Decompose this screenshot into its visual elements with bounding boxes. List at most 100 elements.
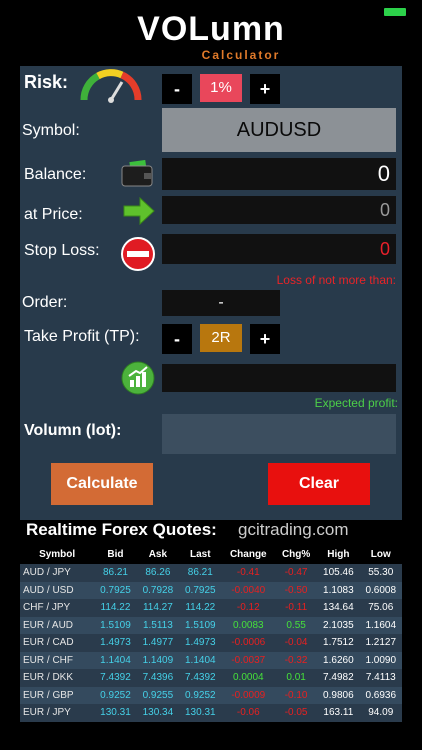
quote-row[interactable]: EUR / DKK 7.4392 7.4396 7.4392 0.0004 0.01 7.4… <box>20 669 402 687</box>
volumn-label: Volumn (lot): <box>24 422 122 439</box>
quote-cell-chg: -0.11 <box>275 599 318 617</box>
stoploss-value: 0 <box>379 239 390 259</box>
quote-cell-chg: -0.04 <box>275 634 318 652</box>
profit-hint: Expected profit: <box>314 396 398 410</box>
quote-cell-last: 1.1404 <box>179 651 222 669</box>
price-label: at Price: <box>24 206 83 223</box>
quotes-header-row: Symbol Bid Ask Last Change Chg% High Low <box>20 544 402 564</box>
quote-row[interactable]: EUR / CHF 1.1404 1.1409 1.1404 -0.0037 -0.32 1… <box>20 651 402 669</box>
quote-cell-change: -0.06 <box>221 704 276 722</box>
loss-hint: Loss of not more than: <box>276 273 396 287</box>
quote-cell-bid: 0.9252 <box>94 686 137 704</box>
wallet-icon <box>121 160 153 187</box>
risk-decrease-button[interactable]: - <box>162 74 192 104</box>
symbol-selector[interactable]: AUDUSD <box>162 108 396 152</box>
quote-cell-change: 0.0083 <box>221 616 276 634</box>
order-label: Order: <box>22 294 68 311</box>
tp-increase-button[interactable]: + <box>250 324 280 354</box>
quote-cell-change: -0.0040 <box>221 581 276 599</box>
quote-row[interactable]: AUD / JPY 86.21 86.26 86.21 -0.41 -0.47 105.46… <box>20 564 402 582</box>
clear-button[interactable]: Clear <box>268 463 370 505</box>
price-value: 0 <box>379 200 390 220</box>
quote-cell-last: 114.22 <box>179 599 222 617</box>
no-entry-icon <box>121 237 155 271</box>
quote-cell-low: 1.0090 <box>359 651 402 669</box>
quote-cell-low: 1.2127 <box>359 634 402 652</box>
quote-cell-change: 0.0004 <box>221 669 276 687</box>
risk-increase-button[interactable]: + <box>250 74 280 104</box>
quote-cell-high: 163.11 <box>317 704 360 722</box>
risk-label: Risk: <box>24 72 69 92</box>
bar-chart-growth-icon <box>121 361 155 395</box>
quote-cell-ask: 1.4977 <box>136 634 180 652</box>
quote-cell-bid: 130.31 <box>94 704 137 722</box>
quote-cell-high: 0.9806 <box>317 686 360 704</box>
quote-cell-ask: 114.27 <box>136 599 180 617</box>
quote-cell-chg: -0.32 <box>275 651 318 669</box>
quote-cell-symbol: EUR / CAD <box>20 634 95 652</box>
quote-cell-last: 86.21 <box>179 564 222 582</box>
quote-cell-high: 1.1083 <box>317 581 360 599</box>
quote-cell-bid: 1.4973 <box>94 634 137 652</box>
quote-cell-symbol: AUD / JPY <box>20 564 95 582</box>
stoploss-label: Stop Loss: <box>24 242 100 259</box>
balance-input[interactable]: 0 <box>162 158 396 190</box>
quote-cell-low: 7.4113 <box>359 669 402 687</box>
col-ask: Ask <box>148 548 168 560</box>
speedometer-gauge-icon <box>80 69 142 103</box>
price-input[interactable]: 0 <box>162 196 396 224</box>
risk-value: 1% <box>200 74 242 102</box>
quotes-table: Symbol Bid Ask Last Change Chg% High Low… <box>20 544 402 722</box>
col-chg-pct: Chg% <box>281 548 311 560</box>
quote-cell-high: 134.64 <box>317 599 360 617</box>
quote-cell-symbol: EUR / AUD <box>20 616 95 634</box>
quote-cell-symbol: EUR / DKK <box>20 669 95 687</box>
quote-cell-last: 1.5109 <box>179 616 222 634</box>
tp-decrease-button[interactable]: - <box>162 324 192 354</box>
quote-row[interactable]: EUR / CAD 1.4973 1.4977 1.4973 -0.0006 -0.04 1… <box>20 634 402 652</box>
quote-cell-high: 105.46 <box>317 564 360 582</box>
quote-cell-bid: 86.21 <box>94 564 137 582</box>
quote-cell-ask: 86.26 <box>136 564 180 582</box>
quote-cell-last: 0.7925 <box>179 581 222 599</box>
col-low: Low <box>370 548 391 560</box>
quotes-title: Realtime Forex Quotes: <box>26 520 217 539</box>
quote-cell-symbol: EUR / GBP <box>20 686 95 704</box>
quote-row[interactable]: AUD / USD 0.7925 0.7928 0.7925 -0.0040 -0.50 1… <box>20 581 402 599</box>
col-symbol: Symbol <box>39 548 76 560</box>
quotes-source-link[interactable]: gcitrading.com <box>238 520 349 540</box>
balance-label: Balance: <box>24 166 87 183</box>
quote-cell-change: -0.0037 <box>221 651 276 669</box>
quote-cell-high: 1.7512 <box>317 634 360 652</box>
quote-cell-ask: 0.9255 <box>136 686 180 704</box>
battery-icon <box>384 8 406 16</box>
quote-cell-change: -0.0009 <box>221 686 276 704</box>
stoploss-input[interactable]: 0 <box>162 234 396 264</box>
quote-cell-bid: 0.7925 <box>94 581 137 599</box>
quote-row[interactable]: EUR / GBP 0.9252 0.9255 0.9252 -0.0009 -0.10 0… <box>20 686 402 704</box>
quote-cell-chg: -0.10 <box>275 686 318 704</box>
quote-cell-change: -0.12 <box>221 599 276 617</box>
quote-cell-low: 1.1604 <box>359 616 402 634</box>
quote-row[interactable]: EUR / AUD 1.5109 1.5113 1.5109 0.0083 0.55 2.1… <box>20 616 402 634</box>
calculate-button[interactable]: Calculate <box>51 463 153 505</box>
quote-cell-chg: -0.50 <box>275 581 318 599</box>
quote-cell-bid: 1.5109 <box>94 616 137 634</box>
quote-cell-high: 1.6260 <box>317 651 360 669</box>
quote-cell-change: -0.41 <box>221 564 276 582</box>
quote-cell-bid: 7.4392 <box>94 669 137 687</box>
quote-cell-bid: 114.22 <box>94 599 137 617</box>
calculator-panel: Risk: - 1% + Symbol: AUDUSD Balance: 0 a… <box>20 66 402 520</box>
green-arrow-right-icon <box>123 196 155 226</box>
order-selector[interactable]: - <box>162 290 280 316</box>
col-last: Last <box>190 548 211 560</box>
quote-cell-low: 94.09 <box>359 704 402 722</box>
quote-cell-ask: 130.34 <box>136 704 180 722</box>
quote-row[interactable]: EUR / JPY 130.31 130.34 130.31 -0.06 -0.05 163… <box>20 704 402 722</box>
expected-profit-output <box>162 364 396 392</box>
quote-cell-chg: 0.01 <box>275 669 318 687</box>
quote-cell-chg: -0.05 <box>275 704 318 722</box>
tp-value: 2R <box>200 324 242 352</box>
quote-row[interactable]: CHF / JPY 114.22 114.27 114.22 -0.12 -0.11 134… <box>20 599 402 617</box>
quote-cell-last: 130.31 <box>179 704 222 722</box>
